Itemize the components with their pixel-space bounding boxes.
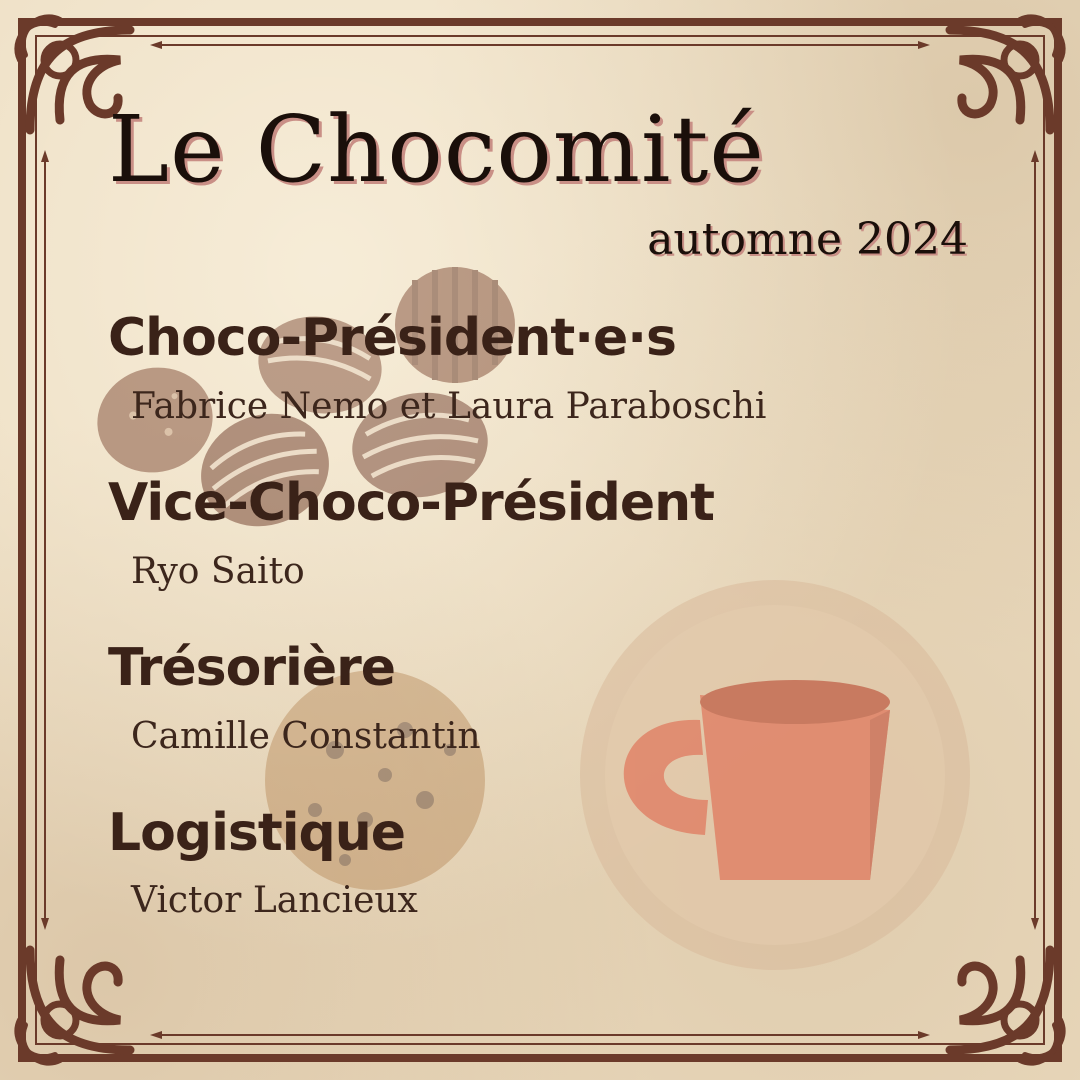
role-heading: Vice-Choco-Président (108, 473, 715, 533)
member-name: Fabrice Nemo et Laura Paraboschi (131, 386, 767, 427)
role-heading: Choco-Président·e·s (108, 308, 677, 368)
role-heading: Trésorière (108, 638, 396, 698)
poster: Le Chocomité automne 2024 Choco-Présiden… (0, 0, 1080, 1080)
page-title: Le Chocomité (108, 96, 765, 203)
member-name: Ryo Saito (131, 551, 305, 592)
season-subtitle: automne 2024 (647, 214, 968, 265)
role-heading: Logistique (108, 803, 406, 863)
member-name: Victor Lancieux (131, 880, 418, 921)
member-name: Camille Constantin (131, 716, 481, 757)
